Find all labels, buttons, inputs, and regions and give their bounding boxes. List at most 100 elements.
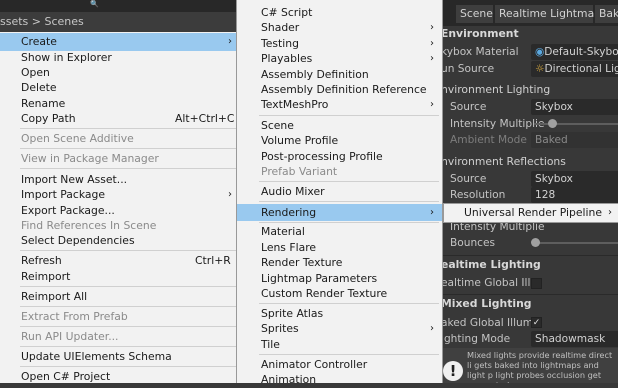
menu-item-universal-render-pipeline[interactable]: Universal Render Pipeline› bbox=[444, 204, 618, 222]
menu-item-label: Lens Flare bbox=[261, 240, 316, 256]
lighting-tab-bar: Scene Realtime Lightmaps Bak bbox=[443, 0, 618, 26]
menu-separator bbox=[20, 306, 236, 307]
menu-item-render-texture[interactable]: Render Texture bbox=[237, 255, 442, 271]
menu-item-scene[interactable]: Scene bbox=[237, 118, 442, 134]
chevron-right-icon: › bbox=[430, 97, 434, 113]
breadcrumb: ssets > Scenes bbox=[0, 12, 240, 32]
menu-item-label: Run API Updater... bbox=[21, 328, 119, 346]
skybox-material-value: Default-Skybox bbox=[544, 46, 618, 58]
menu-item-label: Open Scene Additive bbox=[21, 130, 134, 148]
environment-header[interactable]: Environment bbox=[441, 26, 519, 42]
bounces-slider[interactable] bbox=[534, 242, 618, 244]
env-reflections-source-label: Source bbox=[450, 171, 486, 187]
chevron-right-icon: › bbox=[430, 51, 434, 67]
menu-separator bbox=[259, 201, 439, 202]
menu-item-label: Animation bbox=[261, 372, 316, 388]
baked-gi-label: aked Global Illumir bbox=[441, 315, 540, 331]
menu-item-reimport-all[interactable]: Reimport All bbox=[0, 288, 240, 306]
menu-item-update-uielements-schema[interactable]: Update UIElements Schema bbox=[0, 348, 240, 366]
divider bbox=[443, 294, 618, 295]
menu-item-label: Reimport All bbox=[21, 288, 87, 306]
environment-reflections-header: nvironment Reflections bbox=[441, 154, 566, 170]
menu-item-label: Post-processing Profile bbox=[261, 149, 383, 165]
tab-realtime-lightmaps[interactable]: Realtime Lightmaps bbox=[495, 5, 593, 23]
warning-icon: ! bbox=[443, 361, 463, 381]
ambient-mode-label: Ambient Mode bbox=[450, 132, 527, 148]
menu-item-audio-mixer[interactable]: Audio Mixer bbox=[237, 184, 442, 200]
bounces-label: Bounces bbox=[450, 235, 495, 251]
menu-item-lens-flare[interactable]: Lens Flare bbox=[237, 240, 442, 256]
menu-item-csharp-script[interactable]: C# Script bbox=[237, 5, 442, 21]
menu-item-select-dependencies[interactable]: Select Dependencies bbox=[0, 232, 240, 250]
baked-gi-checkbox[interactable]: ✓ bbox=[531, 317, 542, 328]
resolution-dropdown[interactable]: 128 bbox=[531, 187, 618, 203]
menu-item-animator-controller[interactable]: Animator Controller bbox=[237, 357, 442, 373]
realtime-lighting-header[interactable]: ealtime Lighting bbox=[441, 257, 541, 273]
menu-item-material[interactable]: Material bbox=[237, 224, 442, 240]
menu-item-reimport[interactable]: Reimport bbox=[0, 268, 240, 286]
lighting-mode-label: ighting Mode bbox=[441, 331, 510, 347]
menu-separator bbox=[259, 181, 439, 182]
project-search-bar[interactable] bbox=[0, 0, 240, 12]
env-lighting-source-label: Source bbox=[450, 99, 486, 115]
menu-separator bbox=[20, 128, 236, 129]
menu-item-label: Animator Controller bbox=[261, 357, 367, 373]
menu-item-label: Shader bbox=[261, 20, 299, 36]
search-icon[interactable]: 🔍 bbox=[90, 0, 98, 8]
rendering-submenu: Universal Render Pipeline› bbox=[443, 203, 618, 223]
menu-item-volume-profile[interactable]: Volume Profile bbox=[237, 133, 442, 149]
mixed-lighting-header[interactable]: Mixed Lighting bbox=[441, 296, 532, 312]
menu-item-label: Prefab Variant bbox=[261, 164, 337, 180]
sun-source-field[interactable]: ☼Directional Ligh bbox=[531, 61, 618, 77]
tab-baked[interactable]: Bak bbox=[595, 5, 618, 23]
menu-item-copy-path[interactable]: Copy PathAlt+Ctrl+C bbox=[0, 110, 240, 128]
menu-item-sprites[interactable]: Sprites› bbox=[237, 321, 442, 337]
menu-item-prefab-variant: Prefab Variant bbox=[237, 164, 442, 180]
menu-item-lightmap-parameters[interactable]: Lightmap Parameters bbox=[237, 271, 442, 287]
realtime-gi-label: ealtime Global Illur bbox=[441, 275, 542, 291]
sun-source-value: Directional Ligh bbox=[545, 63, 618, 75]
menu-item-testing[interactable]: Testing› bbox=[237, 36, 442, 52]
menu-item-tile[interactable]: Tile bbox=[237, 337, 442, 353]
menu-item-run-api-updater: Run API Updater... bbox=[0, 328, 240, 346]
menu-item-label: Select Dependencies bbox=[21, 232, 135, 250]
menu-item-assembly-definition[interactable]: Assembly Definition bbox=[237, 67, 442, 83]
menu-item-custom-render-texture[interactable]: Custom Render Texture bbox=[237, 286, 442, 302]
menu-item-label: Copy Path bbox=[21, 110, 76, 128]
menu-item-extract-from-prefab: Extract From Prefab bbox=[0, 308, 240, 326]
menu-separator bbox=[20, 250, 236, 251]
menu-item-view-in-package-manager: View in Package Manager bbox=[0, 150, 240, 168]
menu-item-shader[interactable]: Shader› bbox=[237, 20, 442, 36]
menu-item-animation[interactable]: Animation bbox=[237, 372, 442, 388]
skybox-material-field[interactable]: ◉Default-Skybox bbox=[531, 44, 618, 60]
menu-item-label: Sprite Atlas bbox=[261, 306, 323, 322]
menu-item-post-processing-profile[interactable]: Post-processing Profile bbox=[237, 149, 442, 165]
menu-item-sprite-atlas[interactable]: Sprite Atlas bbox=[237, 306, 442, 322]
menu-separator bbox=[20, 326, 236, 327]
menu-item-rendering[interactable]: Rendering› bbox=[237, 204, 442, 221]
realtime-gi-checkbox[interactable] bbox=[531, 278, 542, 289]
chevron-right-icon: › bbox=[430, 204, 434, 221]
menu-item-label: TextMeshPro bbox=[261, 97, 328, 113]
sun-source-label: un Source bbox=[441, 61, 494, 77]
menu-item-label: Render Texture bbox=[261, 255, 342, 271]
env-lighting-intensity-knob[interactable] bbox=[548, 119, 557, 128]
env-lighting-source-dropdown[interactable]: Skybox bbox=[531, 99, 618, 115]
light-icon: ☼ bbox=[535, 63, 545, 75]
menu-item-label: Lightmap Parameters bbox=[261, 271, 377, 287]
lighting-mode-dropdown[interactable]: Shadowmask bbox=[531, 331, 618, 347]
menu-item-label: Sprites bbox=[261, 321, 299, 337]
chevron-right-icon: › bbox=[430, 36, 434, 52]
menu-separator bbox=[259, 222, 439, 223]
menu-separator bbox=[20, 168, 236, 169]
menu-item-open-csharp-project[interactable]: Open C# Project bbox=[0, 368, 240, 386]
bounces-knob[interactable] bbox=[531, 238, 540, 247]
menu-item-label: C# Script bbox=[261, 5, 312, 21]
menu-item-playables[interactable]: Playables› bbox=[237, 51, 442, 67]
menu-item-textmeshpro[interactable]: TextMeshPro › bbox=[237, 97, 442, 113]
menu-item-assembly-definition-reference[interactable]: Assembly Definition Reference bbox=[237, 82, 442, 98]
menu-item-label: Audio Mixer bbox=[261, 184, 325, 200]
env-lighting-intensity-slider[interactable] bbox=[534, 123, 618, 125]
tab-scene[interactable]: Scene bbox=[456, 5, 493, 23]
env-reflections-source-dropdown[interactable]: Skybox bbox=[531, 171, 618, 187]
